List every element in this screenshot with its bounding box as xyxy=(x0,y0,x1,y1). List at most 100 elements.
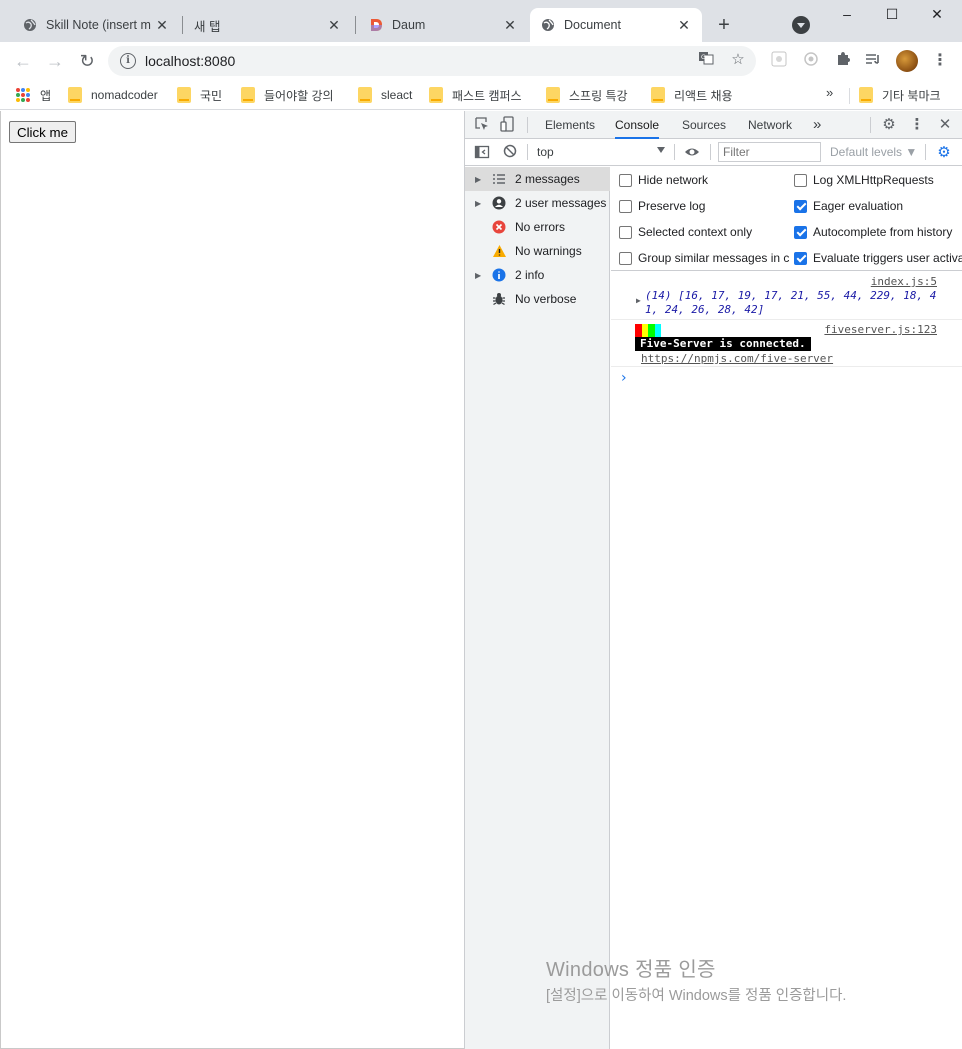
source-link[interactable]: index.js:5 xyxy=(871,275,937,288)
close-devtools-icon[interactable]: ✕ xyxy=(936,116,954,134)
menu-kebab-icon[interactable]: ⋮ xyxy=(930,50,950,72)
clear-console-icon[interactable] xyxy=(501,144,519,162)
new-tab-button[interactable]: + xyxy=(712,14,736,38)
tab-sources[interactable]: Sources xyxy=(682,111,726,139)
option-eager-evaluation[interactable]: Eager evaluation xyxy=(794,198,962,214)
bookmark-folder[interactable]: 패스트 캠퍼스 xyxy=(429,85,522,105)
close-icon[interactable]: ✕ xyxy=(676,17,692,33)
back-arrow-icon[interactable]: ← xyxy=(12,50,34,72)
toolbar-divider xyxy=(870,117,871,133)
option-autocomplete-history[interactable]: Autocomplete from history xyxy=(794,224,962,240)
source-link[interactable]: fiveserver.js:123 xyxy=(824,323,937,336)
sidebar-item-warnings[interactable]: No warnings xyxy=(465,239,610,263)
extension-icon[interactable] xyxy=(802,51,820,69)
translate-icon[interactable]: G xyxy=(696,50,716,70)
sidebar-item-messages[interactable]: ▶ 2 messages xyxy=(465,167,610,191)
sidebar-item-label: 2 info xyxy=(515,268,545,282)
tab-network[interactable]: Network xyxy=(748,111,792,139)
expand-triangle-icon[interactable]: ▶ xyxy=(636,296,641,305)
console-filter-input[interactable] xyxy=(718,142,821,162)
fiveserver-logo xyxy=(635,324,661,337)
url-text: localhost:8080 xyxy=(145,53,236,69)
bookmark-folder[interactable]: 들어야할 강의 xyxy=(241,85,334,105)
npm-link[interactable]: https://npmjs.com/five-server xyxy=(641,352,833,365)
reload-icon[interactable]: ↻ xyxy=(76,50,98,72)
expand-triangle-icon[interactable]: ▶ xyxy=(475,175,487,184)
context-selector[interactable]: top xyxy=(537,145,554,159)
sidebar-toggle-icon[interactable] xyxy=(473,144,491,162)
address-bar[interactable]: i localhost:8080 xyxy=(108,46,756,76)
toolbar-divider xyxy=(527,117,528,133)
tab-title: Daum xyxy=(392,18,426,32)
context-dropdown-icon[interactable] xyxy=(657,147,665,153)
more-tabs-button[interactable]: » xyxy=(813,111,821,139)
reading-list-icon[interactable] xyxy=(864,51,882,69)
settings-gear-icon[interactable]: ⚙ xyxy=(880,116,898,134)
info-icon xyxy=(491,267,507,283)
forward-arrow-icon[interactable]: → xyxy=(44,50,66,72)
puzzle-icon[interactable] xyxy=(834,51,852,69)
bookmark-folder[interactable]: 리액트 채용 xyxy=(651,85,733,105)
checkbox[interactable] xyxy=(619,173,632,187)
bookmarks-overflow-button[interactable]: » xyxy=(826,85,833,100)
minimize-button[interactable]: – xyxy=(832,4,862,26)
tab-daum[interactable]: Daum ✕ xyxy=(358,8,528,42)
close-icon[interactable]: ✕ xyxy=(326,17,342,33)
sidebar-item-user-messages[interactable]: ▶ 2 user messages xyxy=(465,191,610,215)
option-preserve-log[interactable]: Preserve log xyxy=(619,198,789,214)
bookmark-apps[interactable]: 앱 xyxy=(16,85,51,105)
close-window-button[interactable]: ✕ xyxy=(922,4,952,26)
folder-icon xyxy=(177,87,191,103)
sidebar-item-verbose[interactable]: No verbose xyxy=(465,287,610,311)
close-icon[interactable]: ✕ xyxy=(154,17,170,33)
checkbox[interactable] xyxy=(794,173,807,187)
checkbox[interactable] xyxy=(619,199,632,213)
sidebar-item-info[interactable]: ▶ 2 info xyxy=(465,263,610,287)
profile-avatar[interactable] xyxy=(896,50,918,72)
array-output[interactable]: (14) [16, 17, 19, 17, 21, 55, 44, 229, 1… xyxy=(645,289,940,317)
tab-strip: Skill Note (insert m ✕ 새 탭 ✕ Daum ✕ Docu… xyxy=(0,0,962,42)
option-group-similar[interactable]: Group similar messages in c xyxy=(619,250,789,266)
device-toolbar-icon[interactable] xyxy=(499,116,517,134)
option-evaluate-triggers[interactable]: Evaluate triggers user activa xyxy=(794,250,962,266)
checkbox[interactable] xyxy=(619,225,632,239)
user-icon xyxy=(491,195,507,211)
bookmark-label: 스프링 특강 xyxy=(569,88,628,103)
option-log-xhr[interactable]: Log XMLHttpRequests xyxy=(794,172,962,188)
tab-skill-note[interactable]: Skill Note (insert m ✕ xyxy=(12,8,180,42)
extension-icon[interactable] xyxy=(770,51,788,69)
expand-triangle-icon[interactable]: ▶ xyxy=(475,271,487,280)
close-icon[interactable]: ✕ xyxy=(502,17,518,33)
more-options-kebab-icon[interactable]: ⋮ xyxy=(908,116,926,134)
live-expression-eye-icon[interactable] xyxy=(683,144,701,162)
checkbox-checked[interactable] xyxy=(794,225,807,239)
tab-search-icon[interactable] xyxy=(792,16,810,34)
bookmark-folder[interactable]: nomadcoder xyxy=(68,85,158,105)
sidebar-item-errors[interactable]: No errors xyxy=(465,215,610,239)
tab-separator xyxy=(355,16,356,34)
console-settings-gear-icon[interactable]: ⚙ xyxy=(935,144,953,162)
expand-triangle-icon[interactable]: ▶ xyxy=(475,199,487,208)
tab-new-tab[interactable]: 새 탭 ✕ xyxy=(184,8,352,42)
inspect-element-icon[interactable] xyxy=(473,116,491,134)
maximize-button[interactable]: ☐ xyxy=(877,4,907,26)
tab-console[interactable]: Console xyxy=(615,111,660,139)
log-levels-dropdown[interactable]: Default levels ▼ xyxy=(830,145,917,159)
option-hide-network[interactable]: Hide network xyxy=(619,172,789,188)
bookmark-other-folder[interactable]: 기타 북마크 xyxy=(859,85,941,105)
option-label: Evaluate triggers user activa xyxy=(813,251,962,265)
info-icon[interactable]: i xyxy=(120,53,136,69)
bookmark-folder[interactable]: 국민 xyxy=(177,85,222,105)
checkbox[interactable] xyxy=(619,251,632,265)
bookmark-folder[interactable]: sleact xyxy=(358,85,412,105)
star-icon[interactable]: ☆ xyxy=(728,50,748,70)
console-prompt[interactable]: › xyxy=(621,370,627,386)
tab-elements[interactable]: Elements xyxy=(545,111,595,139)
tab-document[interactable]: Document ✕ xyxy=(530,8,702,42)
bookmark-folder[interactable]: 스프링 특강 xyxy=(546,85,628,105)
checkbox-checked[interactable] xyxy=(794,251,807,265)
checkbox-checked[interactable] xyxy=(794,199,807,213)
tab-title: 새 탭 xyxy=(194,19,221,34)
click-me-button[interactable]: Click me xyxy=(9,121,76,143)
option-selected-context-only[interactable]: Selected context only xyxy=(619,224,789,240)
